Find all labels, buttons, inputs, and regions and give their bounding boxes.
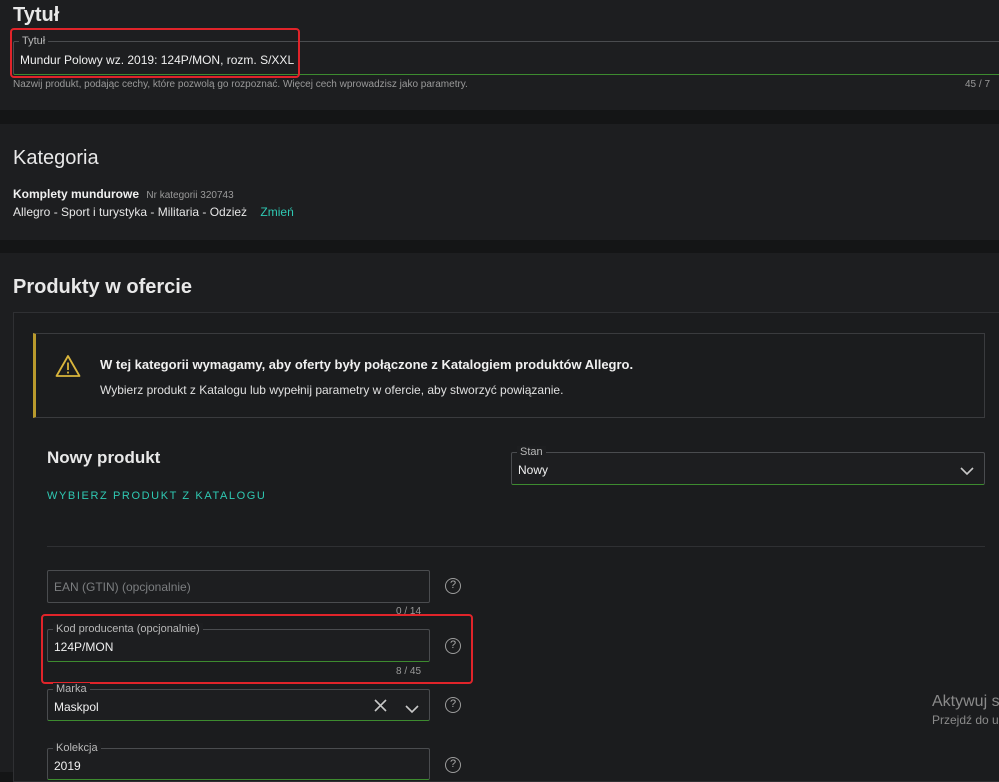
- brand-label: Marka: [53, 683, 90, 695]
- warning-icon: [55, 354, 81, 383]
- ean-placeholder: EAN (GTIN) (opcjonalnie): [54, 580, 191, 594]
- choose-from-catalog-link[interactable]: WYBIERZ PRODUKT Z KATALOGU: [47, 490, 266, 502]
- brand-select[interactable]: Marka Maskpol: [47, 683, 430, 721]
- alert-text: Wybierz produkt z Katalogu lub wypełnij …: [100, 383, 564, 397]
- ean-help-icon[interactable]: ?: [445, 578, 461, 594]
- chevron-down-icon: [960, 463, 974, 481]
- divider: [47, 546, 985, 547]
- condition-label: Stan: [517, 446, 546, 458]
- collection-help-icon[interactable]: ?: [445, 757, 461, 773]
- category-heading: Kategoria: [13, 147, 99, 169]
- title-hint: Nazwij produkt, podając cechy, które poz…: [13, 79, 468, 90]
- new-product-heading: Nowy produkt: [47, 448, 161, 467]
- catalog-alert: W tej kategorii wymagamy, aby oferty był…: [33, 333, 985, 418]
- condition-value: Nowy: [518, 463, 549, 477]
- products-heading: Produkty w ofercie: [13, 276, 192, 298]
- clear-icon[interactable]: [374, 699, 387, 717]
- activation-watermark-text: Przejdź do u: [932, 713, 999, 727]
- title-highlight: [10, 28, 300, 78]
- collection-value: 2019: [54, 759, 81, 773]
- category-number: Nr kategorii 320743: [146, 190, 234, 201]
- collection-input[interactable]: Kolekcja 2019: [47, 742, 430, 780]
- ean-input[interactable]: EAN (GTIN) (opcjonalnie): [47, 570, 430, 603]
- brand-value: Maskpol: [54, 700, 99, 714]
- category-name-row: Komplety mundurowe Nr kategorii 320743: [13, 187, 234, 201]
- category-path: Allegro - Sport i turystyka - Militaria …: [13, 205, 248, 219]
- producer-code-highlight: [41, 614, 473, 684]
- condition-select[interactable]: Stan Nowy: [511, 446, 985, 485]
- collection-label: Kolekcja: [53, 742, 101, 754]
- category-section: [0, 124, 999, 240]
- title-heading: Tytuł: [13, 4, 60, 26]
- brand-help-icon[interactable]: ?: [445, 697, 461, 713]
- chevron-down-icon[interactable]: [405, 701, 419, 719]
- category-name: Komplety mundurowe: [13, 187, 140, 201]
- category-path-row: Allegro - Sport i turystyka - Militaria …: [13, 205, 294, 219]
- activation-watermark-title: Aktywuj s: [932, 693, 999, 710]
- change-category-link[interactable]: Zmień: [260, 205, 293, 219]
- alert-title: W tej kategorii wymagamy, aby oferty był…: [100, 357, 634, 372]
- title-counter: 45 / 7: [965, 79, 991, 90]
